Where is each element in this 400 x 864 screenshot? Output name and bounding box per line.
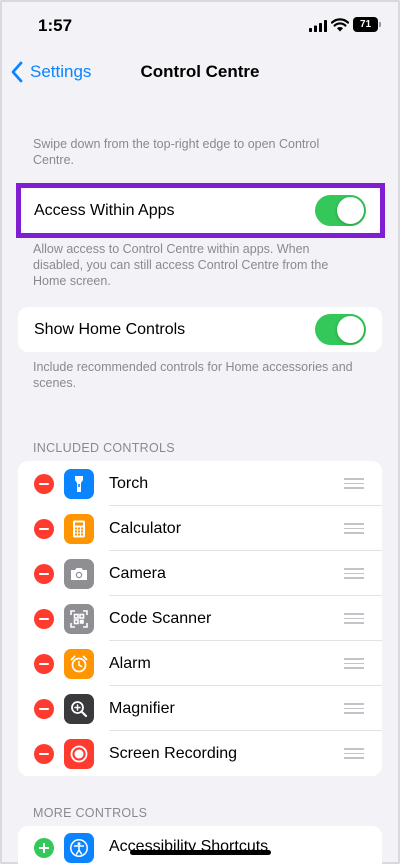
magnifier-icon (64, 693, 94, 724)
more-controls-list: Accessibility Shortcuts (18, 826, 382, 864)
reorder-handle[interactable] (344, 568, 364, 579)
intro-text: Swipe down from the top-right edge to op… (33, 137, 320, 167)
control-label: Torch (109, 475, 149, 492)
control-row-accessibility-shortcuts: Accessibility Shortcuts (18, 826, 382, 864)
reorder-handle[interactable] (344, 658, 364, 669)
reorder-handle[interactable] (344, 748, 364, 759)
remove-screen-recording-button[interactable] (34, 743, 54, 764)
remove-magnifier-button[interactable] (34, 698, 54, 719)
camera-icon (64, 558, 94, 589)
page-title: Control Centre (140, 62, 260, 81)
remove-camera-button[interactable] (34, 563, 54, 584)
reorder-handle[interactable] (344, 703, 364, 714)
reorder-handle[interactable] (344, 523, 364, 534)
accessibility-icon (64, 833, 94, 863)
show-home-controls-row: Show Home Controls (18, 307, 382, 352)
control-row-magnifier: Magnifier (18, 686, 382, 731)
control-label: Magnifier (109, 700, 175, 717)
show-home-controls-footer: Include recommended controls for Home ac… (33, 360, 353, 390)
show-home-controls-group: Show Home Controls (18, 307, 382, 352)
screen-recording-icon (64, 738, 94, 769)
more-controls-header: MORE CONTROLS (33, 806, 148, 820)
remove-torch-button[interactable] (34, 473, 54, 494)
highlight-annotation (16, 183, 385, 238)
control-row-camera: Camera (18, 551, 382, 596)
toggle-knob (337, 316, 364, 343)
reorder-handle[interactable] (344, 613, 364, 624)
reorder-handle[interactable] (344, 478, 364, 489)
calculator-icon (64, 513, 94, 544)
remove-alarm-button[interactable] (34, 653, 54, 674)
show-home-controls-toggle[interactable] (315, 314, 366, 345)
control-row-torch: Torch (18, 461, 382, 506)
status-time: 1:57 (38, 16, 73, 35)
battery-icon: 71 (353, 17, 381, 32)
qr-code-icon (64, 603, 94, 634)
control-row-screen-recording: Screen Recording (18, 731, 382, 776)
wifi-icon (331, 18, 349, 32)
remove-code-scanner-button[interactable] (34, 608, 54, 629)
control-label: Calculator (109, 520, 182, 537)
control-row-alarm: Alarm (18, 641, 382, 686)
included-controls-list: Torch Calculator Camera Code Scanner Ala… (18, 461, 382, 776)
add-accessibility-shortcuts-button[interactable] (34, 838, 54, 858)
included-controls-header: INCLUDED CONTROLS (33, 441, 175, 455)
battery-level: 71 (353, 17, 378, 32)
control-label: Code Scanner (109, 610, 212, 627)
home-indicator[interactable] (130, 850, 271, 855)
access-within-apps-footer: Allow access to Control Centre within ap… (33, 242, 329, 288)
status-bar: 1:57 71 (0, 0, 400, 52)
control-row-code-scanner: Code Scanner (18, 596, 382, 641)
signal-bars-icon (309, 20, 327, 32)
torch-icon (64, 468, 94, 499)
show-home-controls-label: Show Home Controls (34, 320, 186, 338)
remove-calculator-button[interactable] (34, 518, 54, 539)
control-row-calculator: Calculator (18, 506, 382, 551)
control-label: Screen Recording (109, 745, 238, 762)
alarm-clock-icon (64, 648, 94, 679)
control-label: Camera (109, 565, 166, 582)
control-label: Alarm (109, 655, 151, 672)
